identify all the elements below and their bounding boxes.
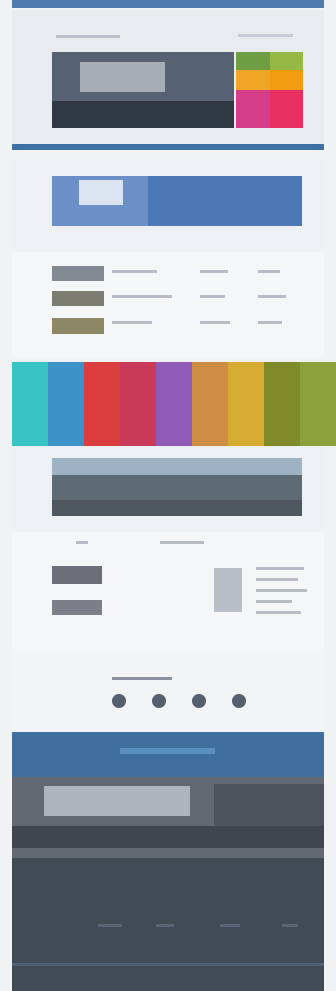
banner-image-light [79,180,123,205]
list-meta-2 [200,295,225,298]
details-line-4 [256,600,292,603]
list-meta-3 [200,321,230,324]
list-thumbnail-1 [52,266,104,281]
list-title-3 [112,321,152,324]
details-line-5 [256,611,301,614]
top-navigation-bar [12,0,324,8]
list-action-2 [258,295,286,298]
details-card [214,568,242,612]
details-image-2 [52,600,102,615]
color-strip-swatch-1 [12,362,48,446]
settings-icon[interactable] [192,694,206,708]
color-strip-swatch-6 [192,362,228,446]
icon-section [12,650,324,730]
hero-color-swatch-6 [270,90,303,128]
blue-band [12,732,324,777]
list-title-1 [112,270,157,273]
footer-divider [12,963,324,966]
chat-icon[interactable] [152,694,166,708]
details-line-3 [256,589,307,592]
hero-header-line [56,35,120,38]
color-strip [12,362,336,446]
list-action-1 [258,270,280,273]
list-thumbnail-3 [52,318,104,334]
hero-subheader-line [238,34,293,37]
share-icon[interactable] [232,694,246,708]
hero-image-highlight [80,62,165,92]
city-dark-block [214,784,324,829]
color-strip-swatch-8 [264,362,300,446]
hero-bottom-bar [12,144,324,150]
footer-link-2 [156,924,174,927]
hero-color-swatch-3 [236,70,270,90]
list-action-3 [258,321,282,324]
city-bottom-block [12,826,324,848]
list-title-2 [112,295,172,298]
footer-link-3 [220,924,240,927]
color-strip-swatch-4 [120,362,156,446]
details-line-1 [256,567,304,570]
hero-color-swatch-1 [236,52,270,70]
footer-link-4 [282,924,298,927]
icon-row-divider [112,677,172,680]
color-strip-swatch-9 [300,362,336,446]
blue-band-highlight [120,748,215,754]
page-canvas [0,0,336,991]
details-image-1 [52,566,102,584]
color-strip-swatch-3 [84,362,120,446]
color-strip-swatch-2 [48,362,84,446]
color-strip-swatch-7 [228,362,264,446]
hero-image-shadow [52,101,234,128]
list-thumbnail-2 [52,291,104,306]
details-line-2 [256,578,298,581]
color-strip-swatch-5 [156,362,192,446]
hero-color-swatch-4 [270,70,303,90]
landscape-sky [52,458,302,475]
hero-color-swatch-2 [270,52,303,70]
hero-color-swatch-5 [236,90,270,128]
details-subheading [160,541,204,544]
city-light-block [44,786,190,816]
list-meta-1 [200,270,228,273]
landscape-ground [52,500,302,516]
icon-row [112,694,252,710]
details-heading [76,541,88,544]
play-icon[interactable] [112,694,126,708]
footer-link-1 [98,924,122,927]
